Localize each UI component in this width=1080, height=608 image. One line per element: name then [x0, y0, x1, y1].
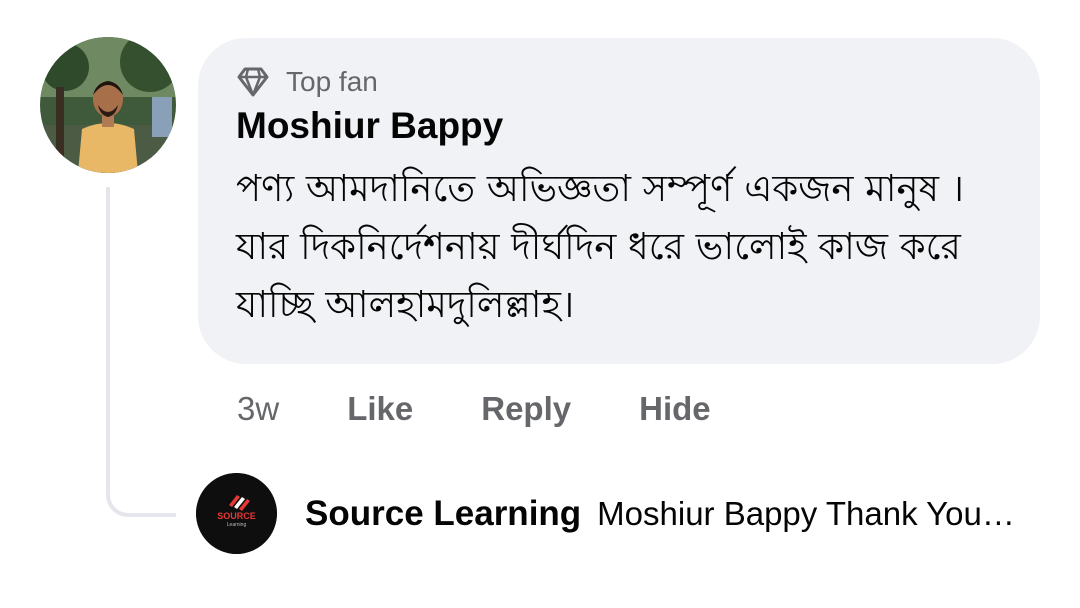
- comment-text: পণ্য আমদানিতে অভিজ্ঞতা সম্পূর্ণ একজন মান…: [236, 167, 964, 326]
- commenter-avatar[interactable]: [40, 37, 176, 173]
- comment-timestamp[interactable]: 3w: [237, 386, 279, 432]
- reply-button[interactable]: Reply: [481, 386, 571, 432]
- thread-connector-line: [106, 187, 176, 517]
- diamond-icon: [236, 67, 270, 97]
- logo-subtext: Learning: [227, 522, 247, 528]
- hide-button[interactable]: Hide: [639, 386, 711, 432]
- reply-text-preview: Moshiur Bappy Thank You…: [597, 495, 1015, 532]
- badge-label: Top fan: [286, 66, 378, 97]
- comment-bubble: Top fan Moshiur Bappy পণ্য আমদানিতে অভিজ…: [198, 38, 1040, 364]
- user-avatar-icon: [40, 37, 176, 173]
- source-learning-logo-icon: SOURCE Learning: [196, 473, 277, 554]
- reply-preview[interactable]: Source Learning Moshiur Bappy Thank You…: [305, 490, 1045, 538]
- comment-thread: Top fan Moshiur Bappy পণ্য আমদানিতে অভিজ…: [0, 0, 1080, 608]
- reply-author-name[interactable]: Source Learning: [305, 494, 581, 533]
- like-button[interactable]: Like: [347, 386, 413, 432]
- reply-author-avatar[interactable]: SOURCE Learning: [196, 473, 277, 554]
- comment-author-name[interactable]: Moshiur Bappy: [236, 102, 503, 150]
- top-fan-badge: Top fan: [236, 65, 378, 99]
- logo-text: SOURCE: [217, 511, 256, 521]
- comment-actions: 3w Like Reply Hide: [237, 386, 779, 432]
